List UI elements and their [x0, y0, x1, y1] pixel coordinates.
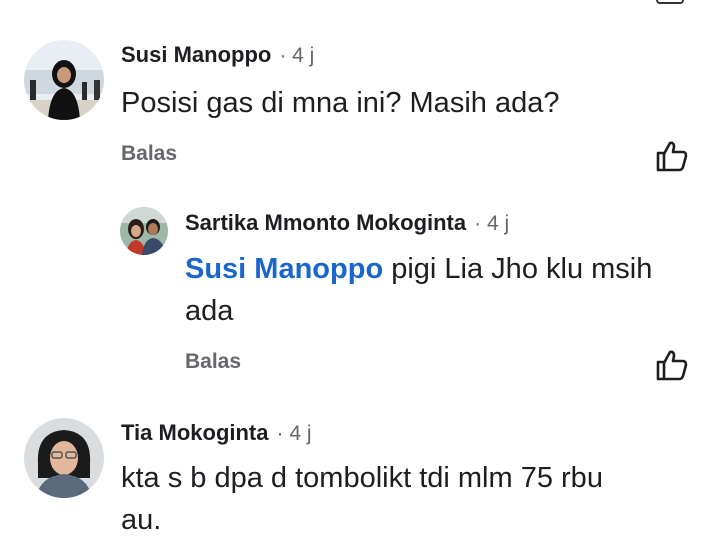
- comment-header: Tia Mokoginta · 4 j: [121, 420, 312, 446]
- comment-text-line: ada: [185, 295, 234, 327]
- reply-button[interactable]: Balas: [121, 142, 177, 166]
- comment-header: Susi Manoppo · 4 j: [121, 42, 314, 68]
- comment-text-line: kta s b dpa d tombolikt tdi mlm 75 rbu: [121, 462, 603, 494]
- comment-text-line: pigi Lia Jho klu msih: [383, 253, 653, 285]
- avatar[interactable]: [24, 40, 104, 120]
- author-name[interactable]: Sartika Mmonto Mokoginta: [185, 210, 466, 236]
- author-name[interactable]: Tia Mokoginta: [121, 420, 269, 446]
- thumbs-up-icon[interactable]: [655, 139, 689, 173]
- partial-like-icon[interactable]: [656, 0, 684, 4]
- reply-button[interactable]: Balas: [185, 350, 241, 374]
- timestamp: · 4 j: [279, 44, 315, 67]
- comment-text: Posisi gas di mna ini? Masih ada?: [121, 87, 560, 119]
- timestamp: · 4 j: [276, 422, 312, 445]
- comments-thread: Susi Manoppo · 4 j Posisi gas di mna ini…: [0, 0, 720, 540]
- avatar[interactable]: [120, 207, 168, 255]
- mention-link[interactable]: Susi Manoppo: [185, 253, 383, 285]
- author-name[interactable]: Susi Manoppo: [121, 42, 271, 68]
- timestamp: · 4 j: [474, 212, 510, 235]
- comment-text-line: au.: [121, 504, 162, 536]
- comment-text: Susi Manoppo pigi Lia Jho klu msih ada: [185, 248, 652, 332]
- avatar[interactable]: [24, 418, 104, 498]
- comment-header: Sartika Mmonto Mokoginta · 4 j: [185, 210, 509, 236]
- comment-text: kta s b dpa d tombolikt tdi mlm 75 rbu a…: [121, 457, 603, 540]
- thumbs-up-icon[interactable]: [655, 348, 689, 382]
